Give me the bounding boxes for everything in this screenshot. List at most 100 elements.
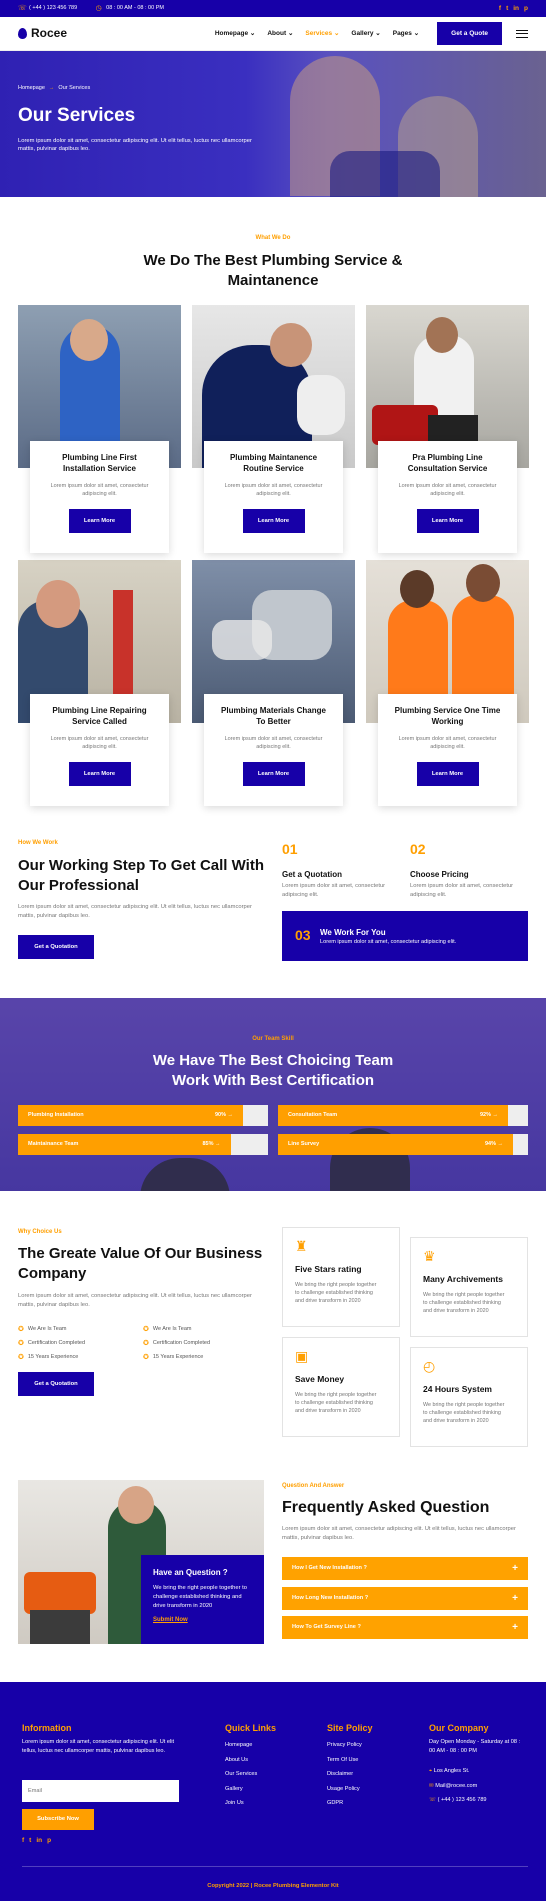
page-title: Our Services: [18, 105, 136, 126]
service-card-text: Lorem ipsum dolor sit amet, consectetur a…: [224, 735, 323, 750]
feature-text: We bring the right people together to cha…: [295, 1391, 377, 1415]
hamburger-menu-icon[interactable]: [516, 29, 528, 38]
badge-check-icon: ✪: [143, 1354, 149, 1361]
hero-text: Lorem ipsum dolor sit amet, consectetur …: [18, 138, 252, 153]
work-title: Our Working Step To Get Call With Our Pro…: [18, 857, 264, 895]
service-card-title: Plumbing Materials Change To Better: [221, 706, 326, 726]
service-card-text: Lorem ipsum dolor sit amet, consectetur a…: [398, 482, 497, 497]
service-card-title: Plumbing Line First Installation Service: [62, 453, 137, 473]
check-item: ✪ Certification Completed: [143, 1340, 211, 1347]
footer-divider: [22, 1866, 528, 1867]
footer-phone[interactable]: ☏ ( +44 ) 123 456 789: [429, 1793, 487, 1808]
nav-item-about[interactable]: About ⌄: [267, 29, 293, 38]
footer: Information Lorem ipsum dolor sit amet, …: [0, 1682, 546, 1901]
service-card-text: Lorem ipsum dolor sit amet, consectetur a…: [50, 735, 149, 750]
check-item: ✪ We Are Is Team: [18, 1326, 67, 1333]
faq-item[interactable]: How I Get New Installation ? +: [282, 1557, 528, 1580]
step-text: Lorem ipsum dolor sit amet, consectetur …: [410, 883, 514, 898]
faq-eyebrow: Question And Answer: [282, 1483, 345, 1489]
breadcrumb-current: Our Services: [58, 85, 91, 91]
feature-text: We bring the right people together to cha…: [423, 1401, 505, 1425]
faq-title: Frequently Asked Question: [282, 1499, 490, 1516]
service-card: Plumbing Line Repairing Service Called Lo…: [30, 694, 169, 806]
logo[interactable]: Rocee: [18, 25, 67, 42]
get-quotation-button[interactable]: Get a Quotation: [18, 1372, 94, 1396]
page-hero: Homepage → Our Services Our Services Lor…: [0, 51, 546, 197]
subscribe-button[interactable]: Subscribe Now: [22, 1809, 94, 1830]
skill-bar-fill: Plumbing Installation 90% →: [18, 1105, 243, 1126]
pinterest-icon[interactable]: p: [524, 4, 528, 13]
question-card-title: Have an Question ?: [153, 1568, 228, 1577]
cup-icon: ♛: [423, 1248, 436, 1264]
footer-address: ⌖ Los Angles St.: [429, 1768, 470, 1774]
faq-item[interactable]: How To Get Survey Line ? +: [282, 1616, 528, 1639]
learn-more-button[interactable]: Learn More: [416, 762, 479, 787]
learn-more-button[interactable]: Learn More: [68, 762, 131, 787]
nav-item-gallery[interactable]: Gallery ⌄: [351, 29, 380, 38]
footer-link[interactable]: Gallery: [225, 1782, 257, 1797]
main-navigation: Rocee Homepage ⌄ About ⌄ Services ⌄ Gall…: [0, 17, 546, 51]
footer-link[interactable]: Usage Policy: [327, 1782, 362, 1797]
get-quote-button[interactable]: Get a Quote: [437, 21, 502, 46]
service-card: Plumbing Maintanence Routine Service Lore…: [204, 441, 343, 553]
step-number: 02: [410, 841, 426, 857]
badge-check-icon: ✪: [143, 1340, 149, 1347]
feature-title: Many Archivements: [423, 1274, 503, 1284]
breadcrumb-home[interactable]: Homepage: [18, 85, 45, 93]
learn-more-button[interactable]: Learn More: [416, 509, 479, 534]
skill-bar-fill: Consultation Team 92% →: [278, 1105, 508, 1126]
faq-text: Lorem ipsum dolor sit amet, consectetur …: [282, 1526, 516, 1541]
footer-link[interactable]: Our Services: [225, 1767, 257, 1782]
feature-title: Save Money: [295, 1374, 345, 1384]
badge-check-icon: ✪: [143, 1326, 149, 1333]
team-eyebrow: Our Team Skill: [252, 1036, 294, 1042]
footer-mail[interactable]: ✉ Mail@rocee.com: [429, 1779, 487, 1794]
nav-item-pages[interactable]: Pages ⌄: [393, 29, 419, 38]
mail-icon: ✉: [429, 1782, 434, 1789]
footer-link[interactable]: Privacy Policy: [327, 1738, 362, 1753]
team-skill-section: Our Team Skill We Have The Best Choicing…: [0, 998, 546, 1191]
twitter-icon[interactable]: t: [29, 1836, 31, 1845]
check-item: ✪ 15 Years Experience: [143, 1354, 204, 1361]
footer-link[interactable]: About Us: [225, 1753, 257, 1768]
service-card-title: Plumbing Line Repairing Service Called: [52, 706, 147, 726]
footer-link[interactable]: Join Us: [225, 1796, 257, 1811]
submit-now-link[interactable]: Submit Now: [153, 1616, 252, 1624]
step-text: Lorem ipsum dolor sit amet, consectetur …: [282, 883, 386, 898]
nav-item-homepage[interactable]: Homepage ⌄: [215, 29, 256, 38]
email-input[interactable]: [22, 1780, 179, 1802]
service-card: Pra Plumbing Line Consultation Service Lo…: [378, 441, 517, 553]
badge-check-icon: ✪: [18, 1340, 24, 1347]
faq-item[interactable]: How Long New Installation ? +: [282, 1587, 528, 1610]
pinterest-icon[interactable]: p: [47, 1836, 51, 1845]
feature-card: ◴ 24 Hours System We bring the right peo…: [410, 1347, 528, 1447]
footer-links-title: Quick Links: [225, 1723, 277, 1733]
step-title: Choose Pricing: [410, 870, 469, 879]
team-title: We Have The Best Choicing Team Work With …: [152, 1052, 394, 1090]
linkedin-icon[interactable]: in: [36, 1836, 42, 1845]
work-text: Lorem ipsum dolor sit amet, consectetur …: [18, 904, 252, 919]
learn-more-button[interactable]: Learn More: [242, 762, 305, 787]
twitter-icon[interactable]: t: [506, 4, 508, 13]
nav-item-services[interactable]: Services ⌄: [305, 29, 339, 38]
facebook-icon[interactable]: f: [22, 1836, 24, 1845]
plus-icon: +: [512, 1592, 518, 1604]
clock-icon: ◴: [423, 1358, 436, 1374]
footer-link[interactable]: Disclaimer: [327, 1767, 362, 1782]
topbar-hours: ◷ 08 : 00 AM - 08 : 00 PM: [95, 4, 164, 12]
step-number: 01: [282, 841, 298, 857]
phone-icon: ☏: [429, 1797, 436, 1803]
skill-bar: Line Survey 94% →: [278, 1134, 528, 1155]
footer-info-title: Information: [22, 1723, 72, 1733]
badge-check-icon: ✪: [18, 1326, 24, 1333]
get-quotation-button[interactable]: Get a Quotation: [18, 935, 94, 959]
learn-more-button[interactable]: Learn More: [68, 509, 131, 534]
footer-link[interactable]: GDPR: [327, 1796, 362, 1811]
skill-bar: Maintainance Team 85% →: [18, 1134, 268, 1155]
badge-check-icon: ✪: [18, 1354, 24, 1361]
linkedin-icon[interactable]: in: [513, 4, 519, 13]
learn-more-button[interactable]: Learn More: [242, 509, 305, 534]
footer-link[interactable]: Homepage: [225, 1738, 257, 1753]
facebook-icon[interactable]: f: [499, 4, 501, 13]
footer-link[interactable]: Term Of Use: [327, 1753, 362, 1768]
